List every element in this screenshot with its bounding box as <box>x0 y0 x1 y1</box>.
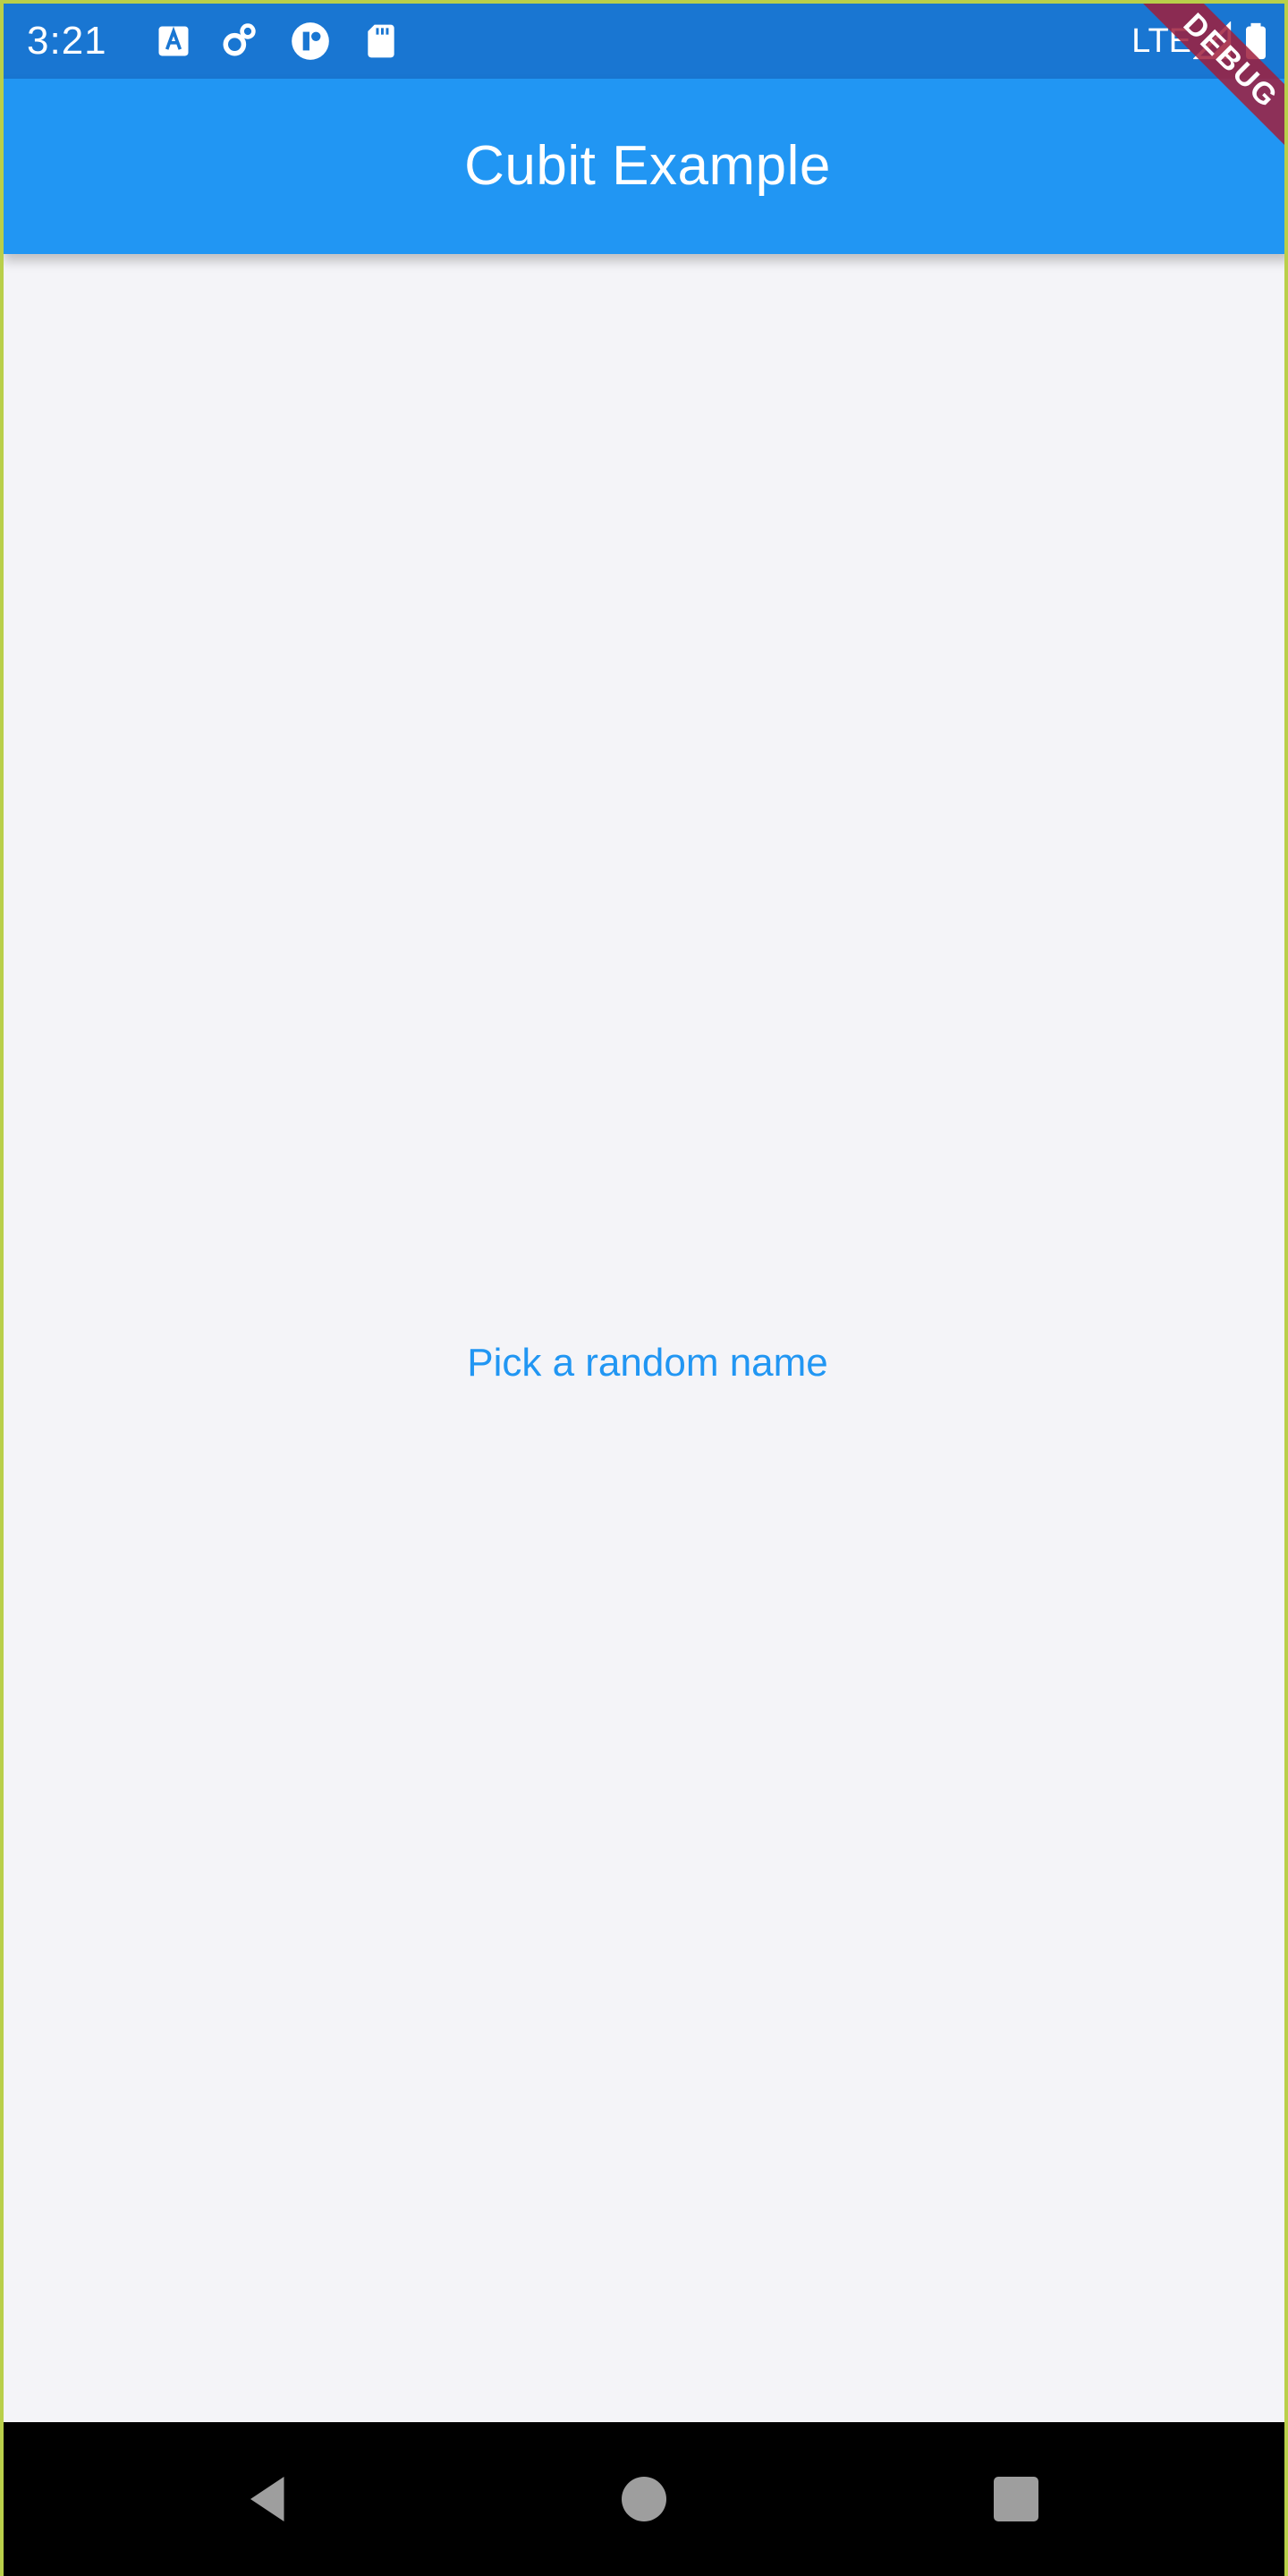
pick-random-name-button[interactable]: Pick a random name <box>379 1318 916 1408</box>
sync-icon <box>292 22 329 60</box>
settings-icon <box>223 23 256 56</box>
back-icon[interactable] <box>242 2472 295 2526</box>
recents-icon[interactable] <box>989 2472 1043 2526</box>
translate-icon <box>158 26 189 56</box>
navigation-bar <box>4 2422 1284 2576</box>
page-title: Cubit Example <box>464 135 831 197</box>
app-bar: Cubit Example <box>4 79 1284 254</box>
home-icon[interactable] <box>617 2472 671 2526</box>
app-screen: 3:21 LTE Cubit Example DEBUG Pick a rand… <box>0 0 1288 2576</box>
status-time: 3:21 <box>27 19 107 63</box>
main-content: Pick a random name <box>4 254 1284 2426</box>
status-bar: 3:21 LTE <box>4 4 1284 79</box>
sd-card-icon <box>368 24 394 58</box>
